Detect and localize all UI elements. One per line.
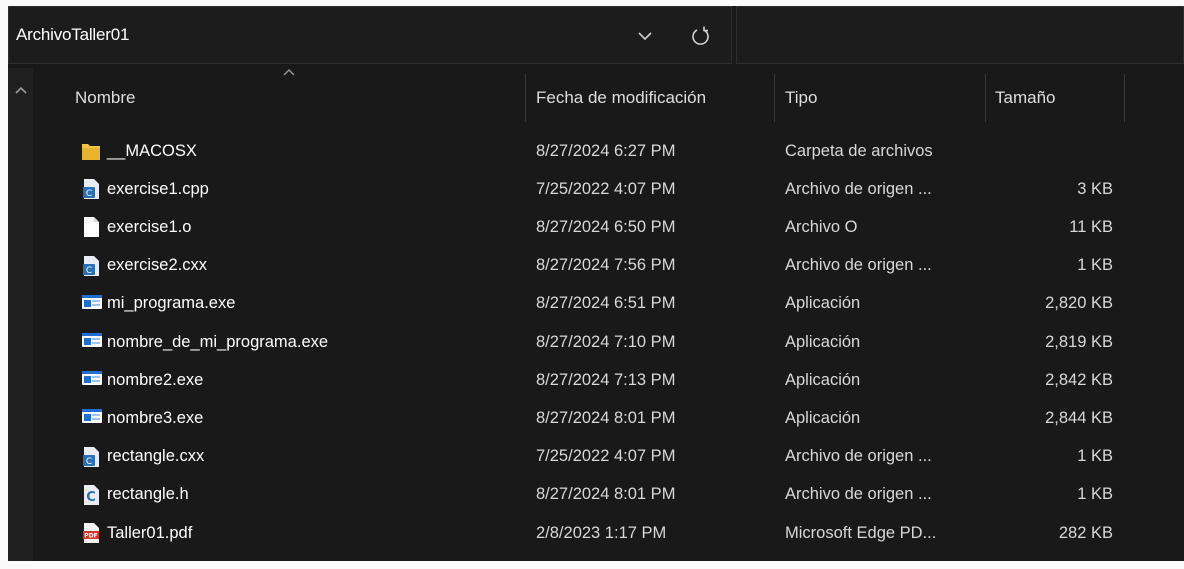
file-row[interactable]: exercise1.o 8/27/2024 6:50 PM Archivo O 11 … — [33, 208, 1184, 246]
file-type: Aplicación — [785, 294, 861, 313]
column-header-date[interactable]: Fecha de modificación — [536, 68, 774, 128]
address-bar[interactable]: ArchivoTaller01 — [8, 6, 732, 64]
svg-text:C: C — [86, 266, 92, 276]
file-row[interactable]: Crectangle.cxx 7/25/2022 4:07 PM Archivo d… — [33, 438, 1184, 476]
cpp-source-icon: C — [81, 178, 101, 200]
file-row[interactable]: __MACOSX 8/27/2024 6:27 PM Carpeta de arch… — [33, 132, 1184, 170]
file-date-modified: 8/27/2024 6:27 PM — [536, 141, 676, 160]
file-size: 2,844 KB — [1045, 408, 1113, 427]
address-history-button[interactable] — [627, 17, 663, 55]
cpp-source-icon: C — [81, 446, 101, 468]
file-name: rectangle.cxx — [107, 447, 205, 466]
file-size: 1 KB — [1077, 447, 1113, 466]
column-header-row: Nombre Fecha de modificación Tipo Tamaño — [33, 68, 1184, 128]
file-name: exercise1.o — [107, 217, 192, 236]
file-type: Aplicación — [785, 370, 861, 389]
file-row[interactable]: PDF Taller01.pdf 2/8/2023 1:17 PM Microsoft… — [33, 514, 1184, 552]
column-divider[interactable] — [525, 74, 526, 122]
file-row[interactable]: Crectangle.h 8/27/2024 8:01 PM Archivo de … — [33, 476, 1184, 514]
file-name: exercise1.cpp — [107, 179, 209, 198]
column-divider[interactable] — [774, 74, 775, 122]
file-row[interactable]: nombre3.exe 8/27/2024 8:01 PM Aplicación 2,… — [33, 399, 1184, 437]
file-size: 3 KB — [1077, 179, 1113, 198]
file-name: __MACOSX — [107, 141, 197, 160]
file-size: 2,819 KB — [1045, 332, 1113, 351]
file-type: Archivo de origen ... — [785, 447, 932, 466]
file-row[interactable]: nombre_de_mi_programa.exe 8/27/2024 7:10 … — [33, 323, 1184, 361]
svg-text:C: C — [86, 457, 92, 467]
file-type: Archivo O — [785, 217, 858, 236]
file-size — [993, 132, 1113, 170]
file-name: rectangle.h — [107, 485, 189, 504]
file-size: 11 KB — [1069, 217, 1113, 236]
address-path[interactable]: ArchivoTaller01 — [16, 25, 129, 45]
file-date-modified: 8/27/2024 7:56 PM — [536, 256, 676, 275]
file-name: nombre_de_mi_programa.exe — [107, 332, 329, 351]
file-type: Carpeta de archivos — [785, 141, 933, 160]
column-divider[interactable] — [985, 74, 986, 122]
c-header-icon: C — [81, 484, 101, 506]
file-type: Microsoft Edge PD... — [785, 523, 937, 542]
file-date-modified: 8/27/2024 6:50 PM — [536, 217, 676, 236]
column-header-size[interactable]: Tamaño — [995, 68, 1125, 128]
file-date-modified: 8/27/2024 8:01 PM — [536, 485, 676, 504]
file-explorer: ArchivoTaller01 Nombre Fecha de modifica… — [8, 6, 1184, 561]
file-row[interactable]: Cexercise2.cxx 8/27/2024 7:56 PM Archivo d… — [33, 247, 1184, 285]
file-name: nombre2.exe — [107, 370, 204, 389]
chevron-down-icon — [638, 31, 652, 40]
application-icon — [81, 331, 102, 353]
file-date-modified: 8/27/2024 8:01 PM — [536, 408, 676, 427]
file-date-modified: 8/27/2024 7:13 PM — [536, 370, 676, 389]
svg-text:PDF: PDF — [84, 533, 97, 540]
file-row[interactable]: mi_programa.exe 8/27/2024 6:51 PM Aplicaci… — [33, 285, 1184, 323]
file-name: Taller01.pdf — [107, 523, 193, 542]
column-header-name[interactable]: Nombre — [75, 68, 525, 128]
file-size: 2,820 KB — [1045, 294, 1113, 313]
cpp-source-icon: C — [81, 255, 101, 277]
file-date-modified: 7/25/2022 4:07 PM — [536, 179, 676, 198]
file-date-modified: 7/25/2022 4:07 PM — [536, 447, 676, 466]
file-date-modified: 2/8/2023 1:17 PM — [536, 523, 667, 542]
file-name: exercise2.cxx — [107, 256, 207, 275]
vertical-scrollbar[interactable] — [8, 68, 33, 561]
file-size: 282 KB — [1058, 523, 1113, 542]
column-header-type[interactable]: Tipo — [785, 68, 985, 128]
application-icon — [81, 293, 102, 315]
file-type: Archivo de origen ... — [785, 179, 932, 198]
file-type: Aplicación — [785, 332, 861, 351]
application-icon — [81, 407, 102, 429]
file-date-modified: 8/27/2024 7:10 PM — [536, 332, 676, 351]
application-icon — [81, 369, 102, 391]
file-type: Archivo de origen ... — [785, 256, 932, 275]
file-row[interactable]: nombre2.exe 8/27/2024 7:13 PM Aplicación 2,… — [33, 361, 1184, 399]
file-type: Aplicación — [785, 408, 861, 427]
refresh-icon — [692, 26, 709, 45]
file-type: Archivo de origen ... — [785, 485, 932, 504]
file-size: 1 KB — [1077, 256, 1113, 275]
file-name: mi_programa.exe — [107, 294, 236, 313]
file-size: 2,842 KB — [1045, 370, 1113, 389]
svg-text:C: C — [86, 189, 92, 199]
generic-file-icon — [81, 216, 101, 238]
file-date-modified: 8/27/2024 6:51 PM — [536, 294, 676, 313]
file-name: nombre3.exe — [107, 408, 204, 427]
column-divider[interactable] — [1124, 74, 1125, 122]
refresh-button[interactable] — [681, 17, 721, 55]
scroll-up-arrow-icon[interactable] — [14, 85, 28, 95]
search-input[interactable] — [736, 6, 1184, 64]
folder-icon — [81, 140, 101, 162]
file-size: 1 KB — [1077, 485, 1113, 504]
file-row[interactable]: Cexercise1.cpp 7/25/2022 4:07 PM Archivo d… — [33, 170, 1184, 208]
pdf-icon: PDF — [81, 522, 101, 544]
svg-text:C: C — [86, 490, 96, 505]
window-frame: ArchivoTaller01 Nombre Fecha de modifica… — [0, 0, 1184, 569]
